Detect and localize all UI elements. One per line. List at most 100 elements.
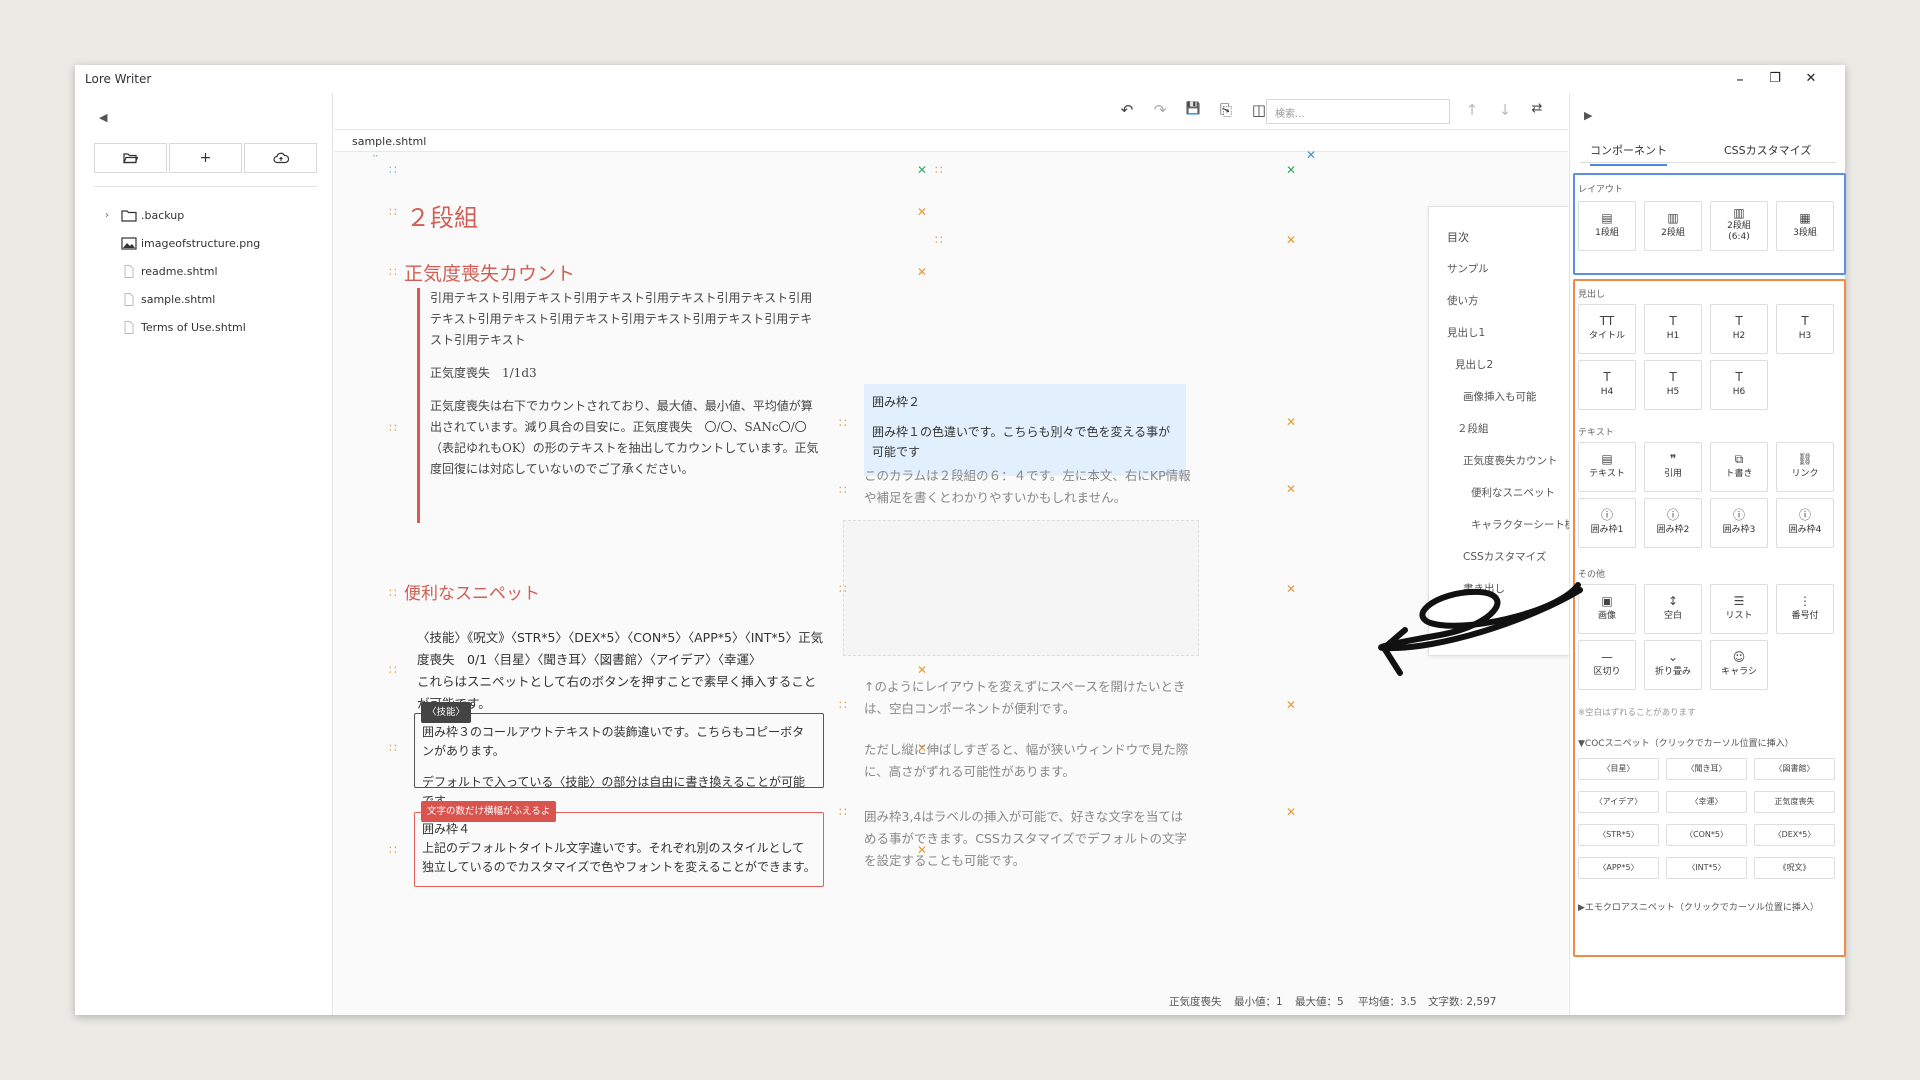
export-icon[interactable]: ⎘ xyxy=(1215,101,1237,121)
new-file-button[interactable]: + xyxy=(169,143,242,173)
status-max: 最大値：5 xyxy=(1295,996,1344,1008)
components-highlight-outline xyxy=(1573,279,1846,957)
heading-h1: ２段組 xyxy=(406,204,478,232)
close-button[interactable]: ✕ xyxy=(1791,67,1831,91)
toc-item[interactable]: サンプル xyxy=(1447,261,1489,276)
drag-handle[interactable]: ∷ xyxy=(839,805,847,819)
file-icon xyxy=(124,292,134,306)
tree-item-backup[interactable]: › .backup xyxy=(105,201,260,229)
tree-item-label: imageofstructure.png xyxy=(141,236,261,250)
tree-item-label: Terms of Use.shtml xyxy=(141,320,246,334)
drag-handle[interactable]: ∷ xyxy=(839,416,847,430)
replace-icon[interactable]: ⇄ xyxy=(1526,101,1548,121)
toc-item[interactable]: 見出し1 xyxy=(1447,325,1485,340)
maximize-button[interactable]: ❐ xyxy=(1755,67,1795,91)
heading-h2: 正気度喪失カウント xyxy=(404,263,576,285)
delete-icon[interactable]: ✕ xyxy=(1286,163,1296,177)
cloud-upload-icon xyxy=(272,152,289,164)
toc-item[interactable]: ２段組 xyxy=(1457,421,1489,436)
delete-icon[interactable]: ✕ xyxy=(917,205,927,219)
add-icon: + xyxy=(199,150,212,166)
tree-item-terms[interactable]: Terms of Use.shtml xyxy=(105,313,260,341)
tab-css-customize[interactable]: CSSカスタマイズ xyxy=(1724,142,1811,158)
search-prev-icon[interactable]: ↑ xyxy=(1461,101,1483,121)
delete-icon[interactable]: ✕ xyxy=(1286,805,1296,819)
toc-item[interactable]: 使い方 xyxy=(1447,293,1479,308)
file-tab-label: sample.shtml xyxy=(352,135,427,148)
drag-handle[interactable]: ∷ xyxy=(389,843,397,857)
status-bar: 正気度喪失 最小値：1 最大値：5 平均値：3.5 文字数: 2,597 xyxy=(334,983,1568,1015)
drag-handle[interactable]: ∷ xyxy=(389,205,397,219)
toc-item[interactable]: 便利なスニペット xyxy=(1471,485,1555,500)
toc-item[interactable]: 正気度喪失カウント xyxy=(1463,453,1558,468)
drag-handle[interactable]: ∷ xyxy=(389,163,397,177)
status-chars: 文字数: 2,597 xyxy=(1428,996,1497,1008)
toc-title: 目次 xyxy=(1447,231,1469,244)
main-area: ↶ ↷ 💾 ⎘ ◫ ☾ 検索... ↑ ↓ ⇄ sample.shtml ·· … xyxy=(334,93,1823,1015)
drag-handle[interactable]: ∷ xyxy=(935,233,943,247)
tab-components[interactable]: コンポーネント xyxy=(1590,142,1667,166)
delete-icon[interactable]: ✕ xyxy=(917,265,927,279)
tree-item-label: readme.shtml xyxy=(141,264,218,278)
tree-item-sample[interactable]: sample.shtml xyxy=(105,285,260,313)
callout-label: 〈技能〉 xyxy=(421,702,472,723)
undo-icon[interactable]: ↶ xyxy=(1116,101,1138,121)
delete-icon[interactable]: ✕ xyxy=(1286,415,1296,429)
file-sidebar: ◀ + › .backup imageofstructure.png readm… xyxy=(75,93,333,1015)
callout-box-3: 〈技能〉 囲み枠３のコールアウトテキストの装飾違いです。こちらもコピーボタンがあ… xyxy=(414,702,824,808)
open-folder-button[interactable] xyxy=(94,143,167,173)
delete-icon[interactable]: ✕ xyxy=(1286,233,1296,247)
collapse-panel-icon[interactable]: ▶ xyxy=(1584,109,1592,122)
tree-item-label: sample.shtml xyxy=(141,292,216,306)
delete-icon[interactable]: ✕ xyxy=(917,663,927,677)
toolbar: ↶ ↷ 💾 ⎘ ◫ ☾ 検索... ↑ ↓ ⇄ xyxy=(334,93,1568,130)
delete-icon[interactable]: ✕ xyxy=(1286,482,1296,496)
toc-item[interactable]: 書き出し xyxy=(1463,581,1505,596)
status-san: 正気度喪失 xyxy=(1169,996,1222,1008)
drag-handle[interactable]: ∷ xyxy=(389,663,397,677)
quote-text: 正気度喪失は右下でカウントされており、最大値、最小値、平均値が算出されています。… xyxy=(430,399,819,476)
delete-icon[interactable]: ✕ xyxy=(1286,698,1296,712)
heading-h2: 便利なスニペット xyxy=(404,584,540,604)
redo-icon[interactable]: ↷ xyxy=(1149,101,1171,121)
drag-handle[interactable]: ∷ xyxy=(935,163,943,177)
delete-icon[interactable]: ✕ xyxy=(1286,582,1296,596)
minimize-button[interactable]: – xyxy=(1720,67,1760,91)
toc-item[interactable]: 画像挿入も可能 xyxy=(1463,389,1537,404)
toc-item[interactable]: CSSカスタマイズ xyxy=(1463,549,1546,564)
title-bar: Lore Writer – ❐ ✕ xyxy=(75,65,1845,93)
open-folder-icon xyxy=(123,153,138,164)
drag-handle[interactable]: ∷ xyxy=(389,421,397,435)
drag-handle[interactable]: ∷ xyxy=(839,483,847,497)
search-next-icon[interactable]: ↓ xyxy=(1494,101,1516,121)
toc-item[interactable]: 見出し2 xyxy=(1455,357,1493,372)
sidebar-buttons: + xyxy=(94,143,317,173)
drag-handle[interactable]: ∷ xyxy=(389,265,397,279)
sidebar-divider xyxy=(94,186,317,187)
drag-handle[interactable]: ∷ xyxy=(389,586,397,600)
collapse-sidebar-icon[interactable]: ◀ xyxy=(99,111,107,124)
drag-handle[interactable]: ∷ xyxy=(839,582,847,596)
callout-box-2: 囲み枠２ 囲み枠１の色違いです。こちらも別々で色を変える事が可能です xyxy=(864,384,1186,476)
save-icon[interactable]: 💾 xyxy=(1182,101,1204,121)
spacer-note: ↑のようにレイアウトを変えずにスペースを開けたいときは、空白コンポーネントが便利… xyxy=(864,679,1186,716)
drag-handle[interactable]: ∷ xyxy=(839,698,847,712)
cloud-upload-button[interactable] xyxy=(244,143,317,173)
image-file-icon xyxy=(121,236,137,250)
window-title: Lore Writer xyxy=(85,72,152,86)
tree-item-readme[interactable]: readme.shtml xyxy=(105,257,260,285)
tree-item-image[interactable]: imageofstructure.png xyxy=(105,229,260,257)
spacer-block[interactable] xyxy=(843,520,1199,656)
callout-box-4: 文字の数だけ横幅がふえるよ 囲み枠４ 上記のデフォルトタイトル文字違いです。それ… xyxy=(414,801,824,887)
label-note: 囲み枠3,4はラベルの挿入が可能で、好きな文字を当てはめる事ができます。CSSカ… xyxy=(864,809,1187,868)
search-input[interactable]: 検索... xyxy=(1266,99,1450,124)
drag-handle[interactable]: ∷ xyxy=(389,741,397,755)
layout-highlight-outline xyxy=(1573,173,1846,275)
delete-icon[interactable]: ✕ xyxy=(1306,148,1316,162)
file-tree: › .backup imageofstructure.png readme.sh… xyxy=(105,201,260,341)
quote-block: 引用テキスト引用テキスト引用テキスト引用テキスト引用テキスト引用テキスト引用テキ… xyxy=(417,288,822,523)
callout-label: 文字の数だけ横幅がふえるよ xyxy=(421,801,557,822)
file-tab[interactable]: sample.shtml xyxy=(334,130,1568,152)
drag-handle[interactable]: ·· xyxy=(372,149,379,163)
delete-icon[interactable]: ✕ xyxy=(917,163,927,177)
